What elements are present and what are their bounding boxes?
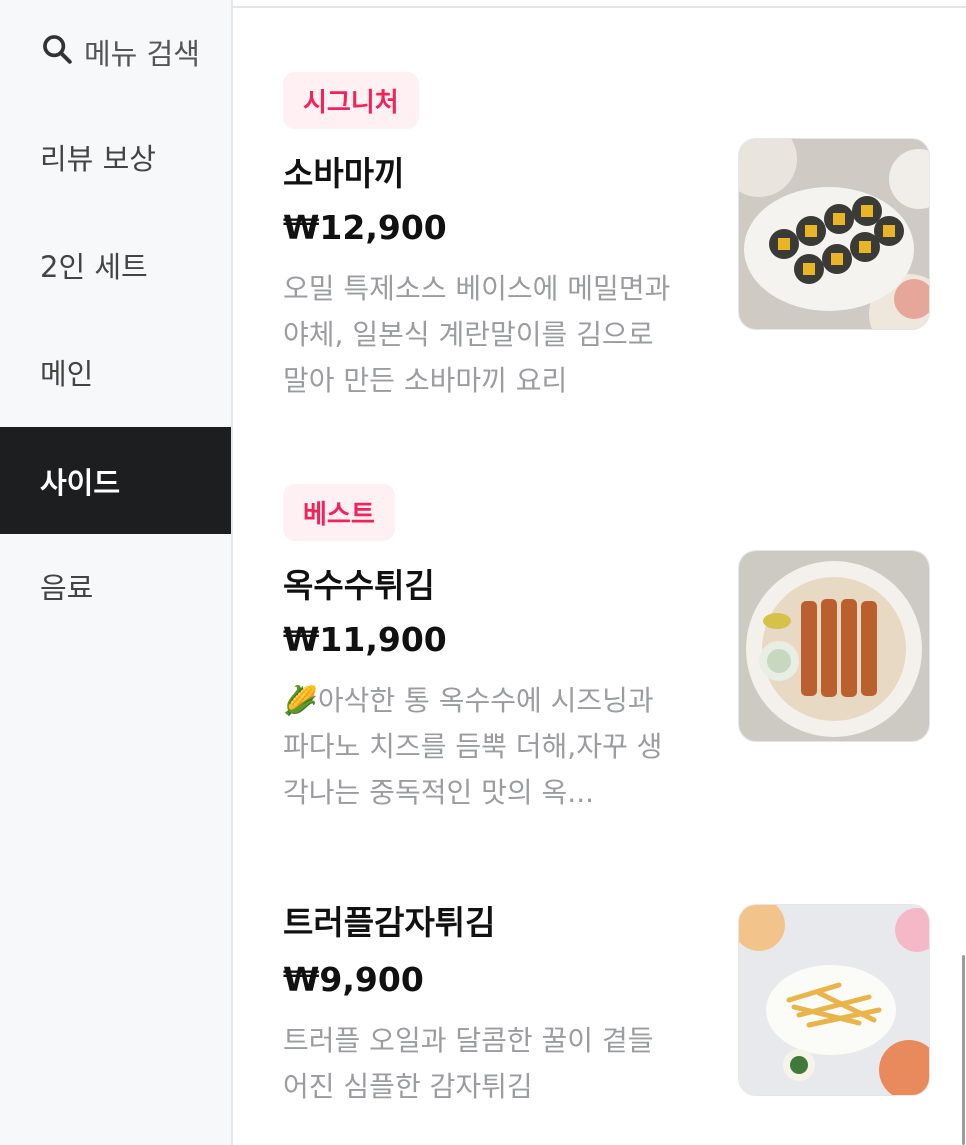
menu-item-sobamaki[interactable]: 시그니처 소바마끼 ₩12,900 오밀 특제소스 베이스에 메밀면과 야체, … <box>283 72 966 412</box>
corn-fries-photo <box>738 550 930 742</box>
category-review-reward[interactable]: 리뷰 보상 <box>0 103 231 210</box>
item-name: 소바마끼 <box>283 154 405 193</box>
category-set-for-two[interactable]: 2인 세트 <box>0 211 231 318</box>
item-description: 🌽아삭한 통 옥수수에 시즈닝과 파다노 치즈를 듬뿍 더해,자꾸 생각나는 중… <box>283 684 663 809</box>
category-side[interactable]: 사이드 <box>0 427 231 534</box>
top-divider <box>233 6 966 8</box>
search-icon <box>40 32 74 73</box>
best-badge: 베스트 <box>283 484 395 541</box>
item-description: 트러플 오일과 달콤한 꿀이 곁들어진 심플한 감자튀김 <box>283 1024 654 1103</box>
item-price: ₩12,900 <box>283 208 447 247</box>
category-sidebar: 메뉴 검색 리뷰 보상 2인 세트 메인 사이드 음료 <box>0 0 233 1145</box>
category-drinks[interactable]: 음료 <box>0 532 231 639</box>
item-price: ₩9,900 <box>283 960 424 999</box>
menu-search-button[interactable]: 메뉴 검색 <box>40 30 200 74</box>
category-main[interactable]: 메인 <box>0 318 231 425</box>
menu-item-corn-fries[interactable]: 베스트 옥수수튀김 ₩11,900 🌽아삭한 통 옥수수에 시즈닝과 파다노 치… <box>283 484 966 824</box>
sobamaki-photo <box>738 138 930 330</box>
item-price: ₩11,900 <box>283 620 447 659</box>
item-name: 옥수수튀김 <box>283 566 435 605</box>
item-description: 오밀 특제소스 베이스에 메밀면과 야체, 일본식 계란말이를 김으로 말아 만… <box>283 272 671 397</box>
scrollbar[interactable] <box>962 955 965 1145</box>
truffle-fries-photo <box>738 904 930 1096</box>
signature-badge: 시그니처 <box>283 72 419 129</box>
menu-item-truffle-fries[interactable]: 트러플감자튀김 ₩9,900 트러플 오일과 달콤한 꿀이 곁들어진 심플한 감… <box>283 896 966 1136</box>
search-label: 메뉴 검색 <box>84 37 200 71</box>
item-name: 트러플감자튀김 <box>283 903 496 942</box>
